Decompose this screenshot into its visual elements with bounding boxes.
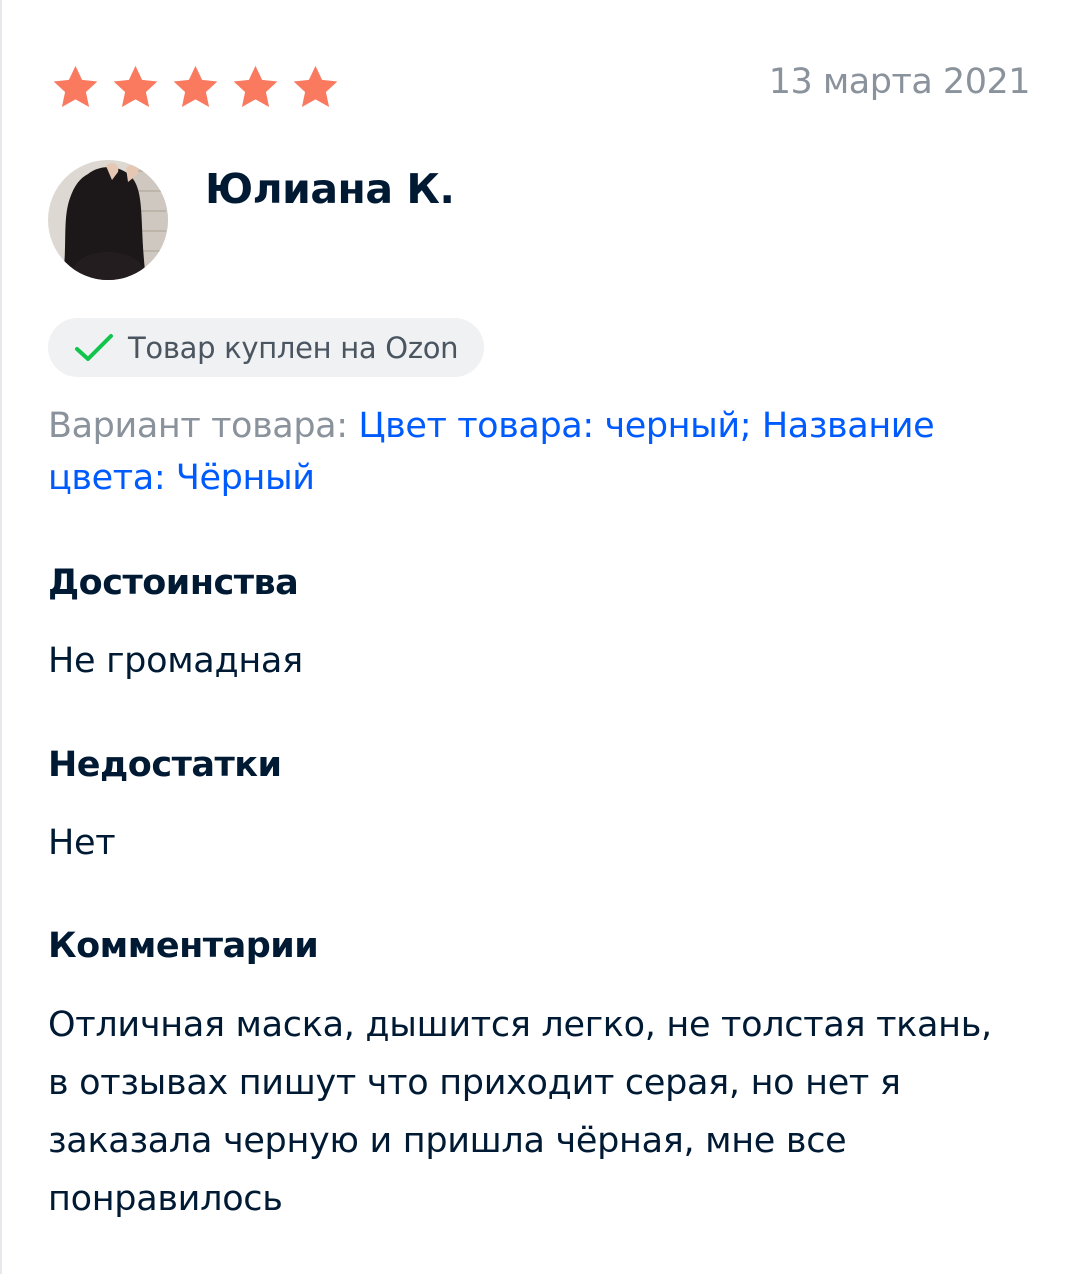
check-icon — [75, 333, 113, 361]
page-edge-divider — [0, 0, 2, 1274]
comment-title: Комментарии — [48, 926, 319, 966]
comment-text: Отличная маска, дышится легко, не толста… — [48, 1005, 992, 1219]
star-icon — [113, 65, 158, 108]
variant-label: Вариант товара: — [48, 406, 348, 446]
product-variant: Вариант товара: Цвет товара: черный; Наз… — [48, 400, 1028, 504]
rating-stars — [50, 62, 341, 113]
pros-text: Не громадная — [48, 641, 303, 681]
star-icon — [233, 65, 278, 108]
pros-title: Достоинства — [48, 563, 299, 603]
author-name[interactable]: Юлиана К. — [205, 165, 455, 213]
purchased-label: Товар куплен на Ozon — [128, 330, 459, 365]
star-icon — [293, 65, 338, 108]
review-date: 13 марта 2021 — [768, 62, 1031, 102]
star-icon — [173, 65, 218, 108]
purchased-badge: Товар куплен на Ozon — [48, 318, 485, 377]
avatar[interactable] — [48, 160, 168, 280]
star-icon — [53, 65, 98, 108]
avatar-photo — [48, 160, 168, 280]
cons-text: Нет — [48, 823, 116, 863]
cons-title: Недостатки — [48, 745, 282, 785]
